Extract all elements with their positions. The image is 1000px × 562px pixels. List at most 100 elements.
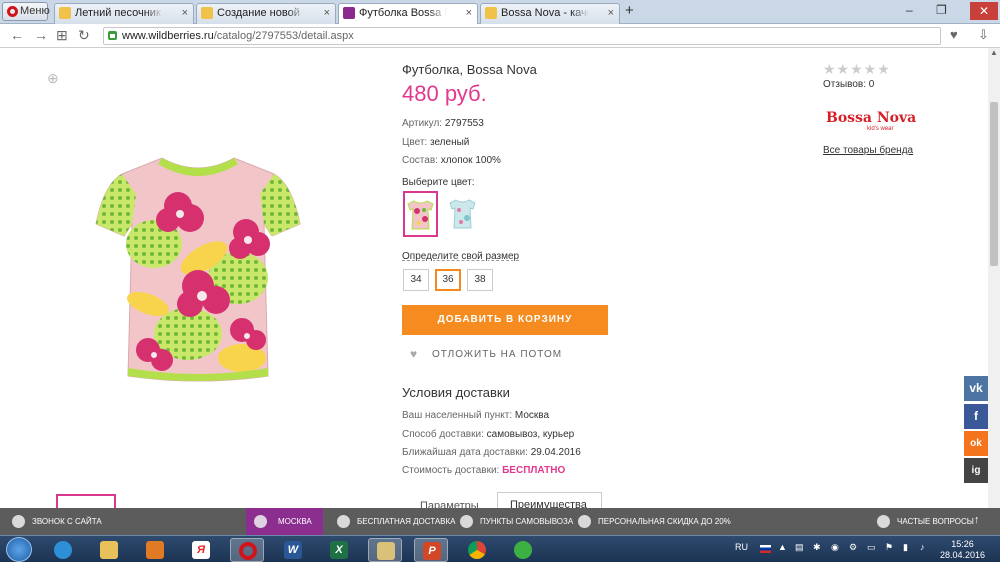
params-label: Параметры [420, 500, 479, 508]
browser-tab[interactable]: Bossa Nova - качественн × [480, 3, 620, 24]
pickup-points-button[interactable]: ПУНКТЫ САМОВЫВОЗА [458, 508, 573, 535]
question-icon [877, 515, 890, 528]
tab-advantages[interactable]: Преимущества [497, 492, 602, 508]
color-swatch-blue[interactable] [446, 191, 481, 237]
explorer-app[interactable] [92, 538, 126, 562]
chrome-app[interactable] [460, 538, 494, 562]
save-for-later-button[interactable]: ♥ ОТЛОЖИТЬ НА ПОТОМ [410, 347, 562, 361]
size-guide-link[interactable]: Определите свой размер [402, 251, 519, 262]
folder-icon [377, 542, 395, 560]
messenger-icon [514, 541, 532, 559]
brand-all-goods-link[interactable]: Все товары бренда [823, 145, 913, 156]
delivery-city-row: Ваш населенный пункт: Москва [402, 410, 550, 421]
tray-app-icon[interactable]: ◉ [831, 542, 839, 553]
facebook-button[interactable]: f [964, 404, 988, 429]
close-tab-icon[interactable]: × [182, 4, 188, 23]
internet-explorer-icon [54, 541, 72, 559]
browser-tab-active[interactable]: Футболка Bossa Nova 279 × [338, 3, 478, 25]
product-image[interactable] [92, 154, 304, 386]
download-icon[interactable]: ⇩ [978, 27, 989, 43]
opera-icon [239, 542, 257, 560]
size-option[interactable]: 38 [467, 269, 493, 291]
flag-tray-icon[interactable]: ⚑ [885, 542, 893, 553]
yandex-icon: Я [192, 541, 210, 559]
free-delivery-button[interactable]: БЕСПЛАТНАЯ ДОСТАВКА [335, 508, 456, 535]
delivery-date-row: Ближайшая дата доставки: 29.04.2016 [402, 447, 581, 458]
reviews-count[interactable]: Отзывов: 0 [823, 79, 874, 90]
scroll-top-icon[interactable]: ↑ [974, 514, 980, 526]
media-player-icon [146, 541, 164, 559]
minimize-icon[interactable]: ‒ [906, 3, 913, 17]
windows-taskbar: Я W X P RU ▲ ▤ ✱ ◉ ⚙ ▭ ⚑ ▮ ♪ 15:26 28.04.… [0, 535, 1000, 562]
media-app[interactable] [138, 538, 172, 562]
rating-stars[interactable]: ★★★★★ [823, 61, 891, 78]
personal-discount-button[interactable]: ПЕРСОНАЛЬНАЯ СКИДКА ДО 20% [576, 508, 731, 535]
taskbar-clock[interactable]: 15:26 28.04.2016 [940, 539, 985, 561]
close-tab-icon[interactable]: × [466, 4, 472, 23]
instagram-button[interactable]: ig [964, 458, 988, 483]
composition-row: Состав: хлопок 100% [402, 155, 501, 166]
browser-tab[interactable]: Летний песочник для ма × [54, 3, 194, 24]
forward-icon[interactable]: → [34, 27, 48, 43]
tab-favicon-icon [59, 7, 71, 19]
new-tab-button[interactable]: + [625, 2, 634, 19]
delivery-cost-row: Стоимость доставки: БЕСПЛАТНО [402, 465, 566, 476]
thumbnail-selected[interactable] [56, 494, 116, 508]
product-title: Футболка, Bossa Nova [402, 62, 537, 77]
lock-icon [108, 31, 117, 40]
excel-app[interactable]: X [322, 538, 356, 562]
vk-button[interactable]: vk [964, 376, 988, 401]
browser-tab-bar: Меню Летний песочник для ма × Создание н… [0, 0, 1000, 25]
delivery-method-row: Способ доставки: самовывоз, курьер [402, 429, 575, 440]
opera-menu-button[interactable]: Меню [2, 2, 50, 21]
address-bar: ← → ⊞ ↻ www.wildberries.ru/catalog/27975… [0, 24, 1000, 48]
choose-color-label: Выберите цвет: [402, 177, 475, 188]
faq-button[interactable]: ЧАСТЫЕ ВОПРОСЫ [875, 508, 974, 535]
callback-button[interactable]: ЗВОНОК С САЙТА [10, 508, 102, 535]
tray-arrow-icon[interactable]: ▲ [778, 542, 787, 552]
windows-start-button[interactable] [6, 537, 32, 562]
bluetooth-icon[interactable]: ✱ [813, 542, 821, 553]
maximize-icon[interactable]: ❐ [936, 3, 947, 17]
close-tab-icon[interactable]: × [324, 4, 330, 23]
brand-logo[interactable]: Bossa Nova [826, 110, 916, 126]
article-row: Артикул: 2797553 [402, 118, 484, 129]
tab-favicon-icon [201, 7, 213, 19]
folder-app[interactable] [368, 538, 402, 562]
add-to-cart-button[interactable]: ДОБАВИТЬ В КОРЗИНУ [402, 305, 608, 335]
reload-icon[interactable]: ↻ [78, 27, 90, 43]
opera-app[interactable] [230, 538, 264, 562]
ie-app[interactable] [46, 538, 80, 562]
color-swatch-green[interactable] [403, 191, 438, 237]
yandex-app[interactable]: Я [184, 538, 218, 562]
size-option-selected[interactable]: 36 [435, 269, 461, 291]
url-field[interactable]: www.wildberries.ru/catalog/2797553/detai… [103, 27, 941, 45]
page-scrollbar[interactable]: ▲ [988, 48, 1000, 508]
scroll-up-icon[interactable]: ▲ [990, 48, 998, 57]
tabs-grid-icon[interactable]: ⊞ [56, 27, 68, 43]
language-indicator[interactable]: RU [735, 542, 748, 552]
tray-settings-icon[interactable]: ⚙ [849, 542, 857, 553]
size-option[interactable]: 34 [403, 269, 429, 291]
scroll-thumb[interactable] [990, 102, 998, 266]
close-tab-icon[interactable]: × [608, 4, 614, 23]
tray-network-icon[interactable]: ▤ [795, 542, 804, 553]
color-row: Цвет: зеленый [402, 137, 470, 148]
signal-icon[interactable]: ▮ [903, 542, 908, 553]
word-icon: W [284, 541, 302, 559]
phone-icon [12, 515, 25, 528]
powerpoint-app[interactable]: P [414, 538, 448, 562]
zoom-icon[interactable]: ⊕ [47, 70, 59, 87]
wildberries-favicon-icon [343, 7, 355, 19]
word-app[interactable]: W [276, 538, 310, 562]
city-button[interactable]: МОСКВА [246, 508, 323, 535]
browser-tab[interactable]: Создание новой темы - × [196, 3, 336, 24]
chrome-icon [468, 541, 486, 559]
volume-icon[interactable]: ♪ [920, 542, 925, 552]
tray-monitor-icon[interactable]: ▭ [867, 542, 876, 553]
close-window-icon[interactable]: ✕ [970, 2, 998, 20]
heart-icon[interactable]: ♥ [950, 27, 958, 43]
odnoklassniki-button[interactable]: ok [964, 431, 988, 456]
messenger-app[interactable] [506, 538, 540, 562]
back-icon[interactable]: ← [10, 27, 24, 43]
